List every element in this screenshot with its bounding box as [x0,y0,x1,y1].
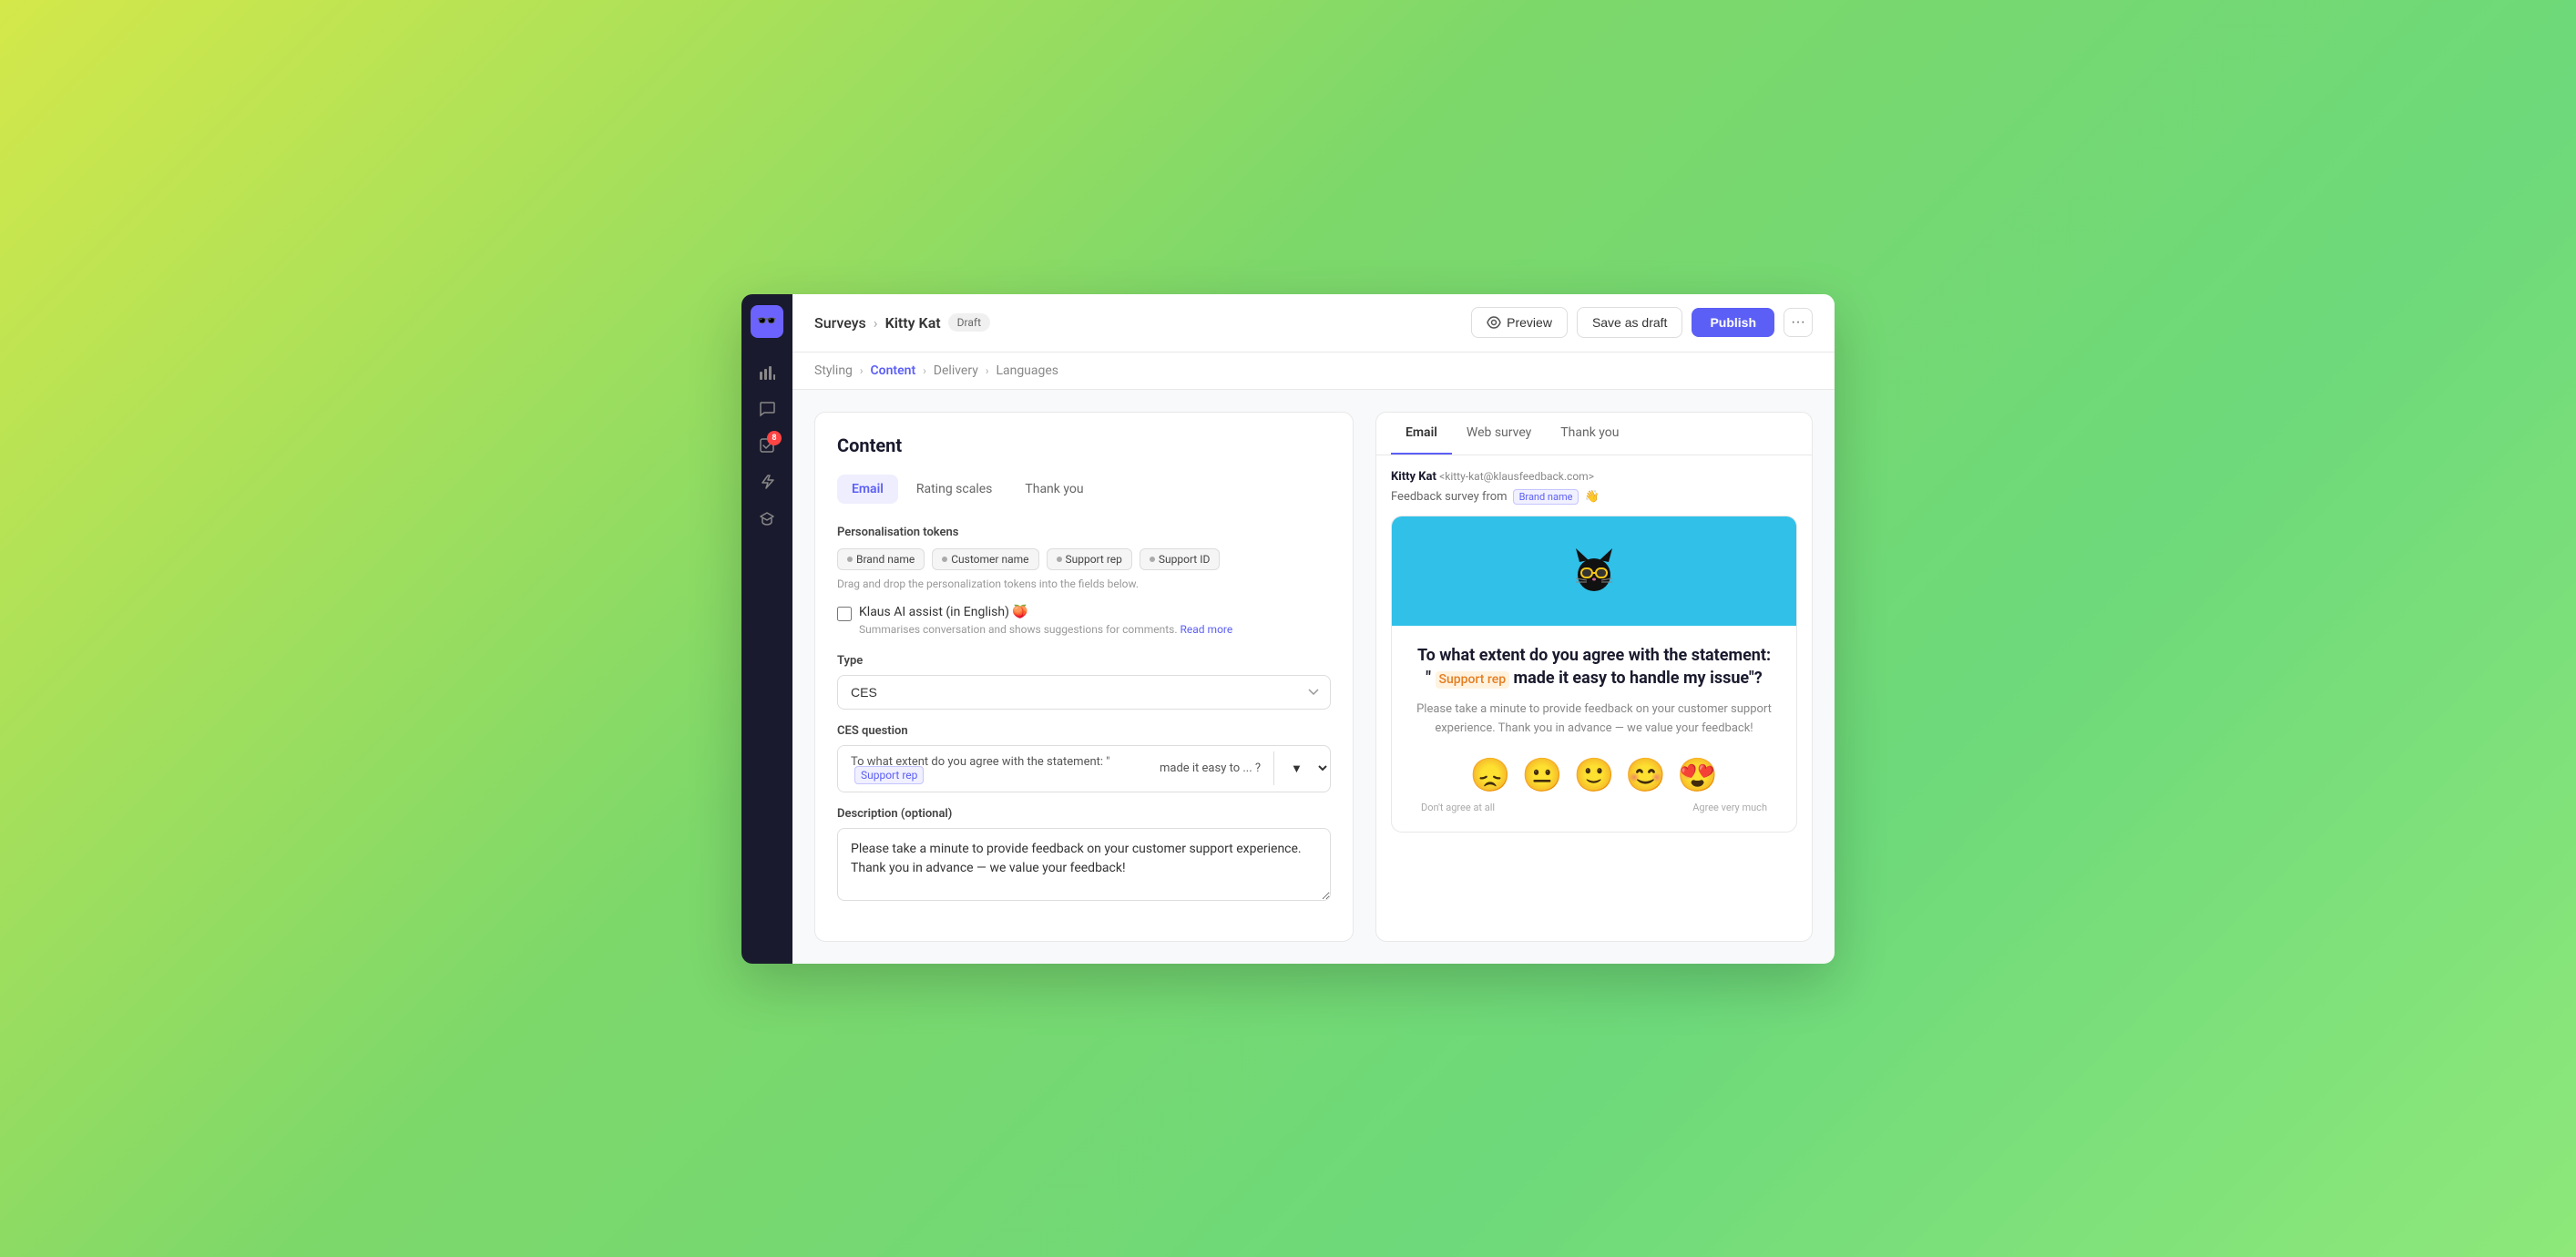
ces-question-suffix: made it easy to ... ? [1147,752,1273,784]
emoji-sad: 😞 [1470,756,1511,794]
emoji-smile: 😊 [1625,756,1666,794]
ces-token-support-rep[interactable]: Support rep [854,766,924,784]
token-support-rep[interactable]: Support rep [1047,548,1132,570]
email-preview: Kitty Kat <kitty-kat@klausfeedback.com> … [1376,455,1812,848]
email-from: Kitty Kat <kitty-kat@klausfeedback.com> [1391,470,1797,484]
ai-read-more-link[interactable]: Read more [1181,623,1233,636]
app-container: 🕶️ [741,294,1835,964]
sidebar-item-analytics[interactable] [751,356,783,389]
right-panel: Email Web survey Thank you Kitty Kat <ki… [1375,412,1813,942]
email-question: To what extent do you agree with the sta… [1414,644,1774,690]
ces-question-row: To what extent do you agree with the sta… [837,745,1331,792]
preview-tab-web-survey[interactable]: Web survey [1452,413,1546,455]
type-field-group: Type CESCSATNPS [837,654,1331,710]
emoji-item-3[interactable]: 🙂 [1574,756,1615,794]
emoji-slight-smile: 🙂 [1574,756,1615,794]
step-content[interactable]: Content [871,363,916,378]
email-subject: Feedback survey from Brand name 👋 [1391,489,1797,505]
email-hero [1392,516,1796,626]
tab-email[interactable]: Email [837,475,898,504]
emoji-item-4[interactable]: 😊 [1625,756,1666,794]
email-body-card: To what extent do you agree with the sta… [1391,516,1797,833]
top-bar: Surveys › Kitty Kat Draft Preview Save a… [792,294,1835,353]
ces-question-group: CES question To what extent do you agree… [837,724,1331,792]
emoji-label-right: Agree very much [1692,802,1767,813]
type-select[interactable]: CESCSATNPS [837,675,1331,710]
token-dot [1150,557,1155,562]
emoji-neutral: 😐 [1522,756,1563,794]
preview-button[interactable]: Preview [1471,307,1568,338]
token-dot [1057,557,1062,562]
email-subject-brand: Brand name [1513,489,1579,505]
emoji-label-left: Don't agree at all [1421,802,1495,813]
left-panel: Content Email Rating scales Thank you Pe… [814,412,1354,942]
personalisation-tokens-label: Personalisation tokens [837,526,1331,539]
tab-rating-scales[interactable]: Rating scales [902,475,1007,504]
ai-assist-checkbox[interactable] [837,607,852,621]
top-bar-actions: Preview Save as draft Publish ··· [1471,307,1813,338]
ai-assist-row: Klaus AI assist (in English) 🍑 Summarise… [837,605,1331,636]
kitty-logo [1567,544,1621,598]
step-delivery[interactable]: Delivery [934,363,978,378]
breadcrumb: Surveys › Kitty Kat Draft [814,313,990,332]
publish-button[interactable]: Publish [1692,308,1774,337]
sidebar-item-learn[interactable] [751,502,783,535]
emoji-item-1[interactable]: 😞 [1470,756,1511,794]
preview-tab-bar: Email Web survey Thank you [1376,413,1812,455]
token-support-id[interactable]: Support ID [1140,548,1220,570]
tab-thank-you[interactable]: Thank you [1010,475,1098,504]
ai-assist-text: Klaus AI assist (in English) 🍑 Summarise… [859,605,1232,636]
ces-question-select[interactable]: ▼ [1273,751,1330,785]
panel-title: Content [837,434,1331,456]
description-label: Description (optional) [837,807,1331,821]
sidebar-item-lightning[interactable] [751,465,783,498]
save-draft-button[interactable]: Save as draft [1577,307,1683,338]
token-dot [942,557,947,562]
emoji-love: 😍 [1677,756,1718,794]
preview-tab-email[interactable]: Email [1391,413,1452,455]
ces-question-text: To what extent do you agree with the sta… [838,746,1147,792]
breadcrumb-arrow-1: › [874,314,878,332]
personalisation-tokens-section: Personalisation tokens Brand name Custom… [837,526,1331,590]
drag-hint: Drag and drop the personalization tokens… [837,577,1331,590]
description-textarea[interactable] [837,828,1331,901]
email-desc: Please take a minute to provide feedback… [1414,700,1774,739]
step-arrow-3: › [986,364,989,377]
emoji-label-row: Don't agree at all Agree very much [1414,802,1774,813]
ces-question-label: CES question [837,724,1331,738]
description-group: Description (optional) [837,807,1331,904]
email-from-addr: <kitty-kat@klausfeedback.com> [1439,470,1594,483]
email-question-token: Support rep [1436,671,1510,690]
step-nav: Styling › Content › Delivery › Languages [792,353,1835,390]
emoji-row: 😞 😐 🙂 😊 [1414,756,1774,794]
breadcrumb-title: Kitty Kat [885,314,941,332]
step-arrow-2: › [923,364,926,377]
token-customer-name[interactable]: Customer name [932,548,1038,570]
app-logo[interactable]: 🕶️ [751,305,783,338]
token-brand-name[interactable]: Brand name [837,548,925,570]
step-languages[interactable]: Languages [996,363,1058,378]
logo-icon: 🕶️ [757,312,777,331]
main-area: Surveys › Kitty Kat Draft Preview Save a… [792,294,1835,964]
token-dot [847,557,853,562]
type-label: Type [837,654,1331,668]
sidebar-item-tasks[interactable] [751,429,783,462]
status-badge: Draft [948,313,990,332]
step-arrow-1: › [860,364,864,377]
sidebar: 🕶️ [741,294,792,964]
more-options-button[interactable]: ··· [1784,308,1813,337]
content-tab-bar: Email Rating scales Thank you [837,475,1331,504]
breadcrumb-surveys[interactable]: Surveys [814,314,866,332]
token-row: Brand name Customer name Support rep [837,548,1331,570]
preview-tab-thank-you[interactable]: Thank you [1546,413,1633,455]
emoji-item-5[interactable]: 😍 [1677,756,1718,794]
emoji-item-2[interactable]: 😐 [1522,756,1563,794]
ai-assist-label: Klaus AI assist (in English) 🍑 [859,605,1232,619]
email-card-body: To what extent do you agree with the sta… [1392,626,1796,833]
sidebar-item-chat[interactable] [751,393,783,425]
step-styling[interactable]: Styling [814,363,853,378]
eye-icon [1487,315,1501,330]
ai-assist-desc: Summarises conversation and shows sugges… [859,623,1232,636]
content-area: Content Email Rating scales Thank you Pe… [792,390,1835,964]
